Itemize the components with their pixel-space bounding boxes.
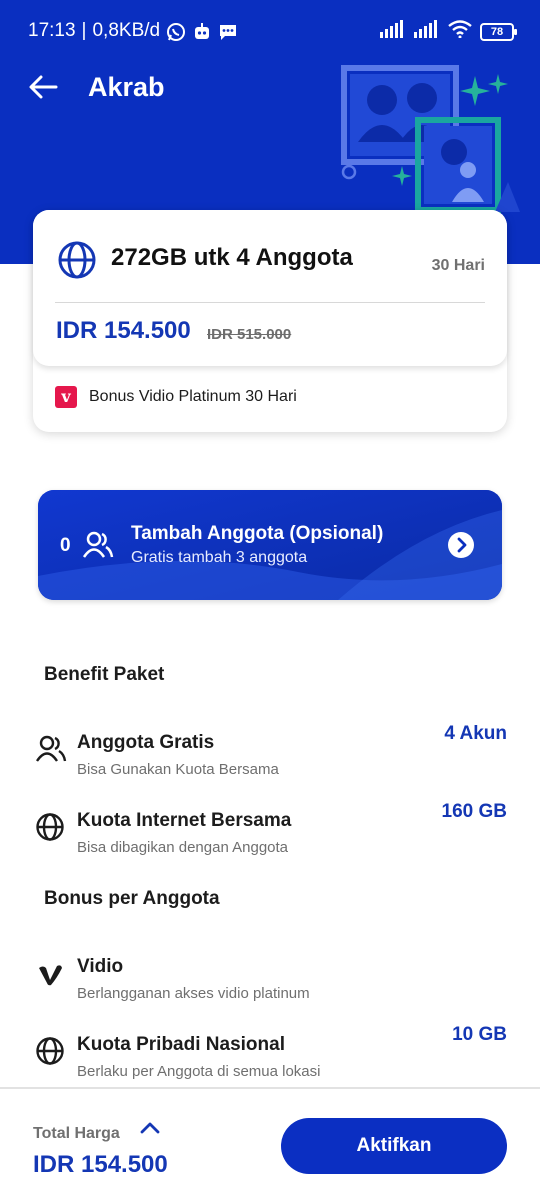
people-icon: [35, 734, 67, 764]
benefit-title: Anggota Gratis: [77, 732, 215, 753]
package-summary: 272GB utk 4 Anggota 30 Hari IDR 154.500 …: [33, 210, 507, 366]
robot-icon: [192, 22, 212, 40]
status-right: 78: [380, 20, 517, 44]
benefit-value: 4 Akun: [444, 723, 507, 744]
checkout-bar: Total Harga IDR 154.500 Aktifkan: [0, 1087, 540, 1200]
benefit-item: Kuota Internet Bersama Bisa dibagikan de…: [0, 801, 540, 870]
page-title: Akrab: [88, 72, 165, 102]
globe-icon: [35, 812, 65, 842]
battery-indicator: 78: [480, 23, 517, 41]
benefit-value: 160 GB: [441, 801, 507, 822]
bonus-item: Vidio Berlangganan akses vidio platinum: [0, 956, 540, 1016]
chat-icon: [218, 22, 238, 40]
arrow-left-icon: [29, 75, 58, 99]
bonus-title: Vidio: [77, 956, 124, 977]
add-member-banner[interactable]: 0 Tambah Anggota (Opsional) Gratis tamba…: [38, 490, 502, 600]
wifi-icon: [448, 20, 472, 44]
status-network-speed: 0,8KB/d: [92, 20, 161, 41]
status-time: 17:13: [28, 20, 76, 41]
bonus-description: Berlaku per Anggota di semua lokasi: [77, 1063, 321, 1080]
bonus-value: 10 GB: [452, 1024, 507, 1045]
section-title-benefit: Benefit Paket: [44, 664, 165, 685]
add-member-title: Tambah Anggota (Opsional): [131, 523, 384, 544]
bonus-description: Berlangganan akses vidio platinum: [77, 985, 310, 1002]
member-count: 0: [60, 535, 71, 556]
total-price: IDR 154.500: [33, 1151, 168, 1178]
vidio-icon: [35, 958, 65, 988]
signal-icon-2: [414, 20, 440, 44]
chevron-right-icon[interactable]: [448, 532, 474, 558]
package-price: IDR 154.500: [56, 317, 191, 344]
signal-icon: [380, 20, 406, 44]
package-bonus: v Bonus Vidio Platinum 30 Hari: [55, 386, 297, 408]
vidio-logo-icon: v: [55, 386, 77, 408]
status-separator: |: [81, 20, 87, 41]
whatsapp-icon: [166, 22, 186, 41]
people-icon: [82, 530, 114, 560]
total-label: Total Harga: [33, 1125, 120, 1142]
package-card: 272GB utk 4 Anggota 30 Hari IDR 154.500 …: [33, 210, 507, 432]
bonus-item: Kuota Pribadi Nasional Berlaku per Anggo…: [0, 1024, 540, 1094]
package-bonus-label: Bonus Vidio Platinum 30 Hari: [89, 388, 297, 405]
benefit-title: Kuota Internet Bersama: [77, 810, 292, 831]
status-bar: 17:13 | 0,8KB/d 78: [0, 0, 540, 62]
bonus-title: Kuota Pribadi Nasional: [77, 1034, 285, 1055]
back-button[interactable]: [26, 72, 62, 102]
package-name: 272GB utk 4 Anggota: [111, 244, 353, 271]
package-duration: 30 Hari: [431, 257, 485, 274]
family-photo-illustration: [330, 62, 540, 214]
status-left: 17:13 | 0,8KB/d: [28, 20, 238, 42]
globe-icon: [57, 240, 97, 280]
add-member-subtitle: Gratis tambah 3 anggota: [131, 549, 308, 566]
benefit-description: Bisa dibagikan dengan Anggota: [77, 839, 289, 856]
section-title-member-bonus: Bonus per Anggota: [44, 888, 220, 909]
benefit-item: Anggota Gratis Bisa Gunakan Kuota Bersam…: [0, 723, 540, 792]
chevron-up-icon[interactable]: [138, 1119, 162, 1137]
globe-icon: [35, 1036, 65, 1066]
divider: [55, 302, 485, 303]
activate-button[interactable]: Aktifkan: [281, 1118, 507, 1174]
package-original-price: IDR 515.000: [207, 326, 292, 343]
benefit-description: Bisa Gunakan Kuota Bersama: [77, 761, 279, 778]
